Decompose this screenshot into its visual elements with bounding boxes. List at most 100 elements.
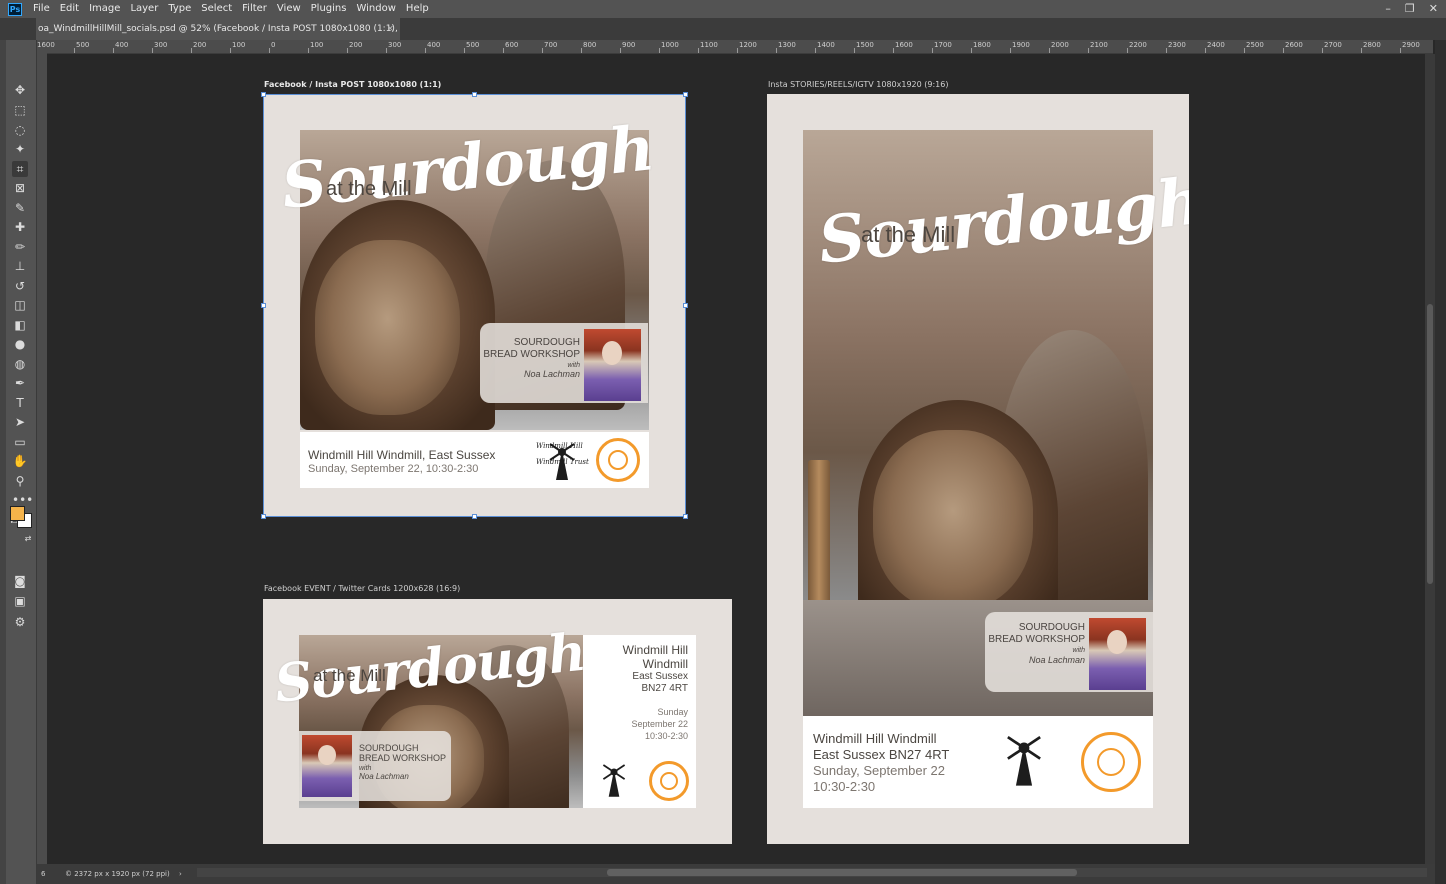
- marquee-icon[interactable]: ⬚: [12, 102, 28, 118]
- windmill-trust-text-2: Windmill Trust: [536, 458, 589, 466]
- brush-icon[interactable]: ✏: [12, 239, 28, 255]
- ruler-label: 2700: [1324, 41, 1342, 49]
- ruler-label: 500: [76, 41, 90, 49]
- horizontal-scrollbar[interactable]: [197, 868, 1427, 877]
- minimize-icon[interactable]: –: [1385, 0, 1391, 18]
- ruler-tick: [1049, 48, 1050, 53]
- menu-filter[interactable]: Filter: [237, 0, 272, 18]
- windmill-trust-text-1: Windmill Hill: [536, 442, 583, 450]
- menu-select[interactable]: Select: [196, 0, 237, 18]
- ruler-label: 2300: [1168, 41, 1186, 49]
- resize-handle-mr[interactable]: [683, 303, 688, 308]
- ruler-tick: [269, 48, 270, 53]
- event-logo-inner-ring: [660, 772, 678, 790]
- artboard-stories[interactable]: Sourdough at the Mill SOURDOUGH BREAD WO…: [767, 94, 1189, 844]
- ruler-tick: [191, 48, 192, 53]
- ruler-tick: [1166, 48, 1167, 53]
- resize-handle-tl[interactable]: [261, 92, 266, 97]
- history-brush-icon[interactable]: ↺: [12, 278, 28, 294]
- artboard-post[interactable]: Sourdough at the Mill SOURDOUGH BREAD WO…: [264, 95, 685, 516]
- artboard-label-stories[interactable]: Insta STORIES/REELS/IGTV 1080x1920 (9:16…: [768, 80, 948, 89]
- resize-handle-tc[interactable]: [472, 92, 477, 97]
- swap-colors-icon[interactable]: ⇄: [20, 531, 36, 547]
- event-workshop-host: Noa Lachman: [359, 772, 409, 781]
- resize-handle-bl[interactable]: [261, 514, 266, 519]
- ruler-label: 100: [232, 41, 246, 49]
- ruler-tick: [854, 48, 855, 53]
- ruler-tick: [503, 48, 504, 53]
- artboard-event[interactable]: Sourdough at the Mill SOURDOUGH BREAD WO…: [263, 599, 732, 844]
- menu-layer[interactable]: Layer: [125, 0, 163, 18]
- hand-icon[interactable]: ✋: [12, 453, 28, 469]
- menu-window[interactable]: Window: [351, 0, 400, 18]
- post-subtitle: at the Mill: [326, 178, 412, 200]
- document-info[interactable]: © 2372 px x 1920 px (72 ppi): [65, 864, 170, 884]
- ruler-label: 800: [583, 41, 597, 49]
- artboard-label-post[interactable]: Facebook / Insta POST 1080x1080 (1:1): [264, 80, 441, 89]
- ruler-label: 500: [466, 41, 480, 49]
- menu-type[interactable]: Type: [163, 0, 196, 18]
- ruler-tick: [1283, 48, 1284, 53]
- window-controls: – ❐ ✕: [1385, 0, 1438, 18]
- ruler-tick: [893, 48, 894, 53]
- edit-toolbar-icon[interactable]: ⚙: [12, 614, 28, 630]
- move-icon[interactable]: ✥: [12, 82, 28, 98]
- resize-handle-ml[interactable]: [261, 303, 266, 308]
- canvas-area[interactable]: Facebook / Insta POST 1080x1080 (1:1) So…: [47, 54, 1425, 864]
- lasso-icon[interactable]: ◌: [12, 122, 28, 138]
- path-select-icon[interactable]: ➤: [12, 414, 28, 430]
- rectangle-icon[interactable]: ▭: [12, 434, 28, 450]
- vertical-scrollbar[interactable]: [1425, 54, 1435, 864]
- ruler-tick: [1244, 48, 1245, 53]
- paint-bucket-icon[interactable]: ◧: [12, 317, 28, 333]
- zoom-icon[interactable]: ⚲: [12, 473, 28, 489]
- vertical-scroll-thumb[interactable]: [1427, 304, 1433, 584]
- screen-mode-icon[interactable]: ▣: [12, 593, 28, 609]
- artboard-label-event[interactable]: Facebook EVENT / Twitter Cards 1200x628 …: [264, 584, 460, 593]
- ruler-tick: [1088, 48, 1089, 53]
- stories-sourdough-september-logo: [1081, 732, 1141, 792]
- blur-icon[interactable]: ●: [12, 336, 28, 352]
- ruler-tick: [542, 48, 543, 53]
- crop-icon[interactable]: ⌗: [12, 161, 28, 177]
- resize-handle-bc[interactable]: [472, 514, 477, 519]
- stories-logo-inner-ring: [1097, 748, 1125, 776]
- dodge-icon[interactable]: ◍: [12, 356, 28, 372]
- healing-brush-icon[interactable]: ✚: [12, 219, 28, 235]
- event-info-line-6: September 22: [631, 719, 688, 729]
- ruler-label: 1200: [739, 41, 757, 49]
- resize-handle-br[interactable]: [683, 514, 688, 519]
- ruler-label: 200: [349, 41, 363, 49]
- magic-wand-icon[interactable]: ✦: [12, 141, 28, 157]
- close-tab-icon[interactable]: ×: [386, 18, 394, 40]
- frame-icon[interactable]: ⊠: [12, 180, 28, 196]
- foreground-color-swatch[interactable]: [10, 506, 25, 521]
- horizontal-scroll-thumb[interactable]: [607, 869, 1077, 876]
- resize-handle-tr[interactable]: [683, 92, 688, 97]
- menu-file[interactable]: File: [28, 0, 55, 18]
- stories-workshop-card: SOURDOUGH BREAD WORKSHOP with Noa Lachma…: [985, 612, 1153, 692]
- menu-help[interactable]: Help: [401, 0, 434, 18]
- stories-workshop-host: Noa Lachman: [1028, 655, 1085, 665]
- eraser-icon[interactable]: ◫: [12, 297, 28, 313]
- pen-icon[interactable]: ✒: [12, 375, 28, 391]
- type-icon[interactable]: T: [12, 395, 28, 411]
- stamp-icon[interactable]: ⊥: [12, 258, 28, 274]
- ruler-label: 2900: [1402, 41, 1420, 49]
- quick-mask-icon[interactable]: ◙: [12, 573, 28, 589]
- stories-host-portrait: [1089, 618, 1146, 690]
- workshop-card: SOURDOUGH BREAD WORKSHOP with Noa Lachma…: [480, 323, 648, 403]
- menu-plugins[interactable]: Plugins: [306, 0, 352, 18]
- restore-icon[interactable]: ❐: [1405, 0, 1415, 18]
- eyedropper-icon[interactable]: ✎: [12, 200, 28, 216]
- menu-edit[interactable]: Edit: [55, 0, 84, 18]
- event-sourdough-september-logo: [649, 761, 689, 801]
- status-arrow-icon[interactable]: ›: [179, 864, 182, 884]
- close-window-icon[interactable]: ✕: [1429, 0, 1438, 18]
- stories-subtitle: at the Mill: [861, 222, 956, 247]
- document-tab[interactable]: oa_WindmillHillMill_socials.psd @ 52% (F…: [36, 18, 400, 40]
- stories-venue-line-2: East Sussex BN27 4RT: [813, 747, 950, 762]
- zoom-level[interactable]: 6: [41, 864, 45, 884]
- menu-view[interactable]: View: [272, 0, 306, 18]
- menu-image[interactable]: Image: [84, 0, 125, 18]
